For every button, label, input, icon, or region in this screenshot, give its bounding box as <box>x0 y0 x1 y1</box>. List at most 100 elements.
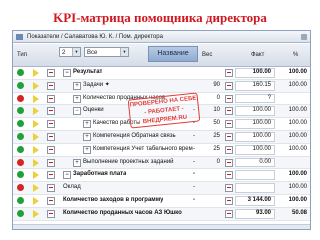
flag-icon <box>33 158 39 167</box>
status-bar <box>13 224 310 229</box>
flag-icon <box>33 145 39 154</box>
collapse-icon[interactable]: − <box>73 107 81 116</box>
row-edit-icon[interactable] <box>225 69 233 77</box>
chevron-down-icon: ▼ <box>120 48 128 56</box>
row-name: Количество проданных часов АЗ Юшко <box>63 209 182 216</box>
column-header-pct[interactable]: % <box>293 52 298 58</box>
row-name: Количество заходов в программу <box>63 197 164 203</box>
expand-icon[interactable]: + <box>73 81 81 90</box>
row-fact-value[interactable]: ? <box>235 93 275 104</box>
row-percent: 100.00 <box>288 184 307 191</box>
flag-icon <box>33 171 39 180</box>
type-label: Тип <box>17 52 28 58</box>
status-green-icon <box>17 171 24 179</box>
status-red-icon <box>17 158 24 166</box>
row-type-icon <box>47 133 55 141</box>
status-green-icon <box>17 133 24 140</box>
row-fact-value[interactable] <box>235 183 275 193</box>
status-red-icon <box>17 184 24 192</box>
row-type-icon <box>47 145 55 154</box>
row-percent: 50.08 <box>291 209 307 216</box>
expand-icon[interactable]: + <box>83 145 91 154</box>
row-name: Выполнение проектных заданий <box>83 158 174 165</box>
table-row[interactable]: − Заработная плата - 100.00 <box>13 169 310 183</box>
status-green-icon <box>17 107 24 115</box>
collapse-icon[interactable]: − <box>63 69 71 77</box>
row-edit-icon[interactable] <box>225 184 233 193</box>
status-green-icon <box>17 197 24 204</box>
window-menu-icon[interactable] <box>301 34 307 40</box>
row-edit-icon[interactable] <box>225 94 233 103</box>
expand-icon[interactable]: + <box>73 94 81 103</box>
table-row[interactable]: Оклад - 100.00 <box>13 182 310 195</box>
scope-select[interactable]: Все ▼ <box>84 47 129 57</box>
flag-icon <box>33 120 39 129</box>
row-weight: 10 <box>213 107 220 114</box>
row-name: Результат <box>73 69 103 75</box>
row-name: Компетенция Учет табельного времени <box>93 145 193 152</box>
row-edit-icon[interactable] <box>225 133 233 141</box>
row-percent: 100.00 <box>288 197 307 203</box>
row-percent: 100.00 <box>288 120 307 127</box>
collapse-icon[interactable]: − <box>63 171 71 180</box>
table-row[interactable]: Количество заходов в программу - 3 144.00 1… <box>13 195 310 208</box>
row-edit-icon[interactable] <box>225 107 233 116</box>
row-type-icon <box>47 94 55 103</box>
table-row[interactable]: + Компетенция Учет табельного времени - 25 1… <box>13 144 310 157</box>
row-fact-value[interactable]: 100.00 <box>235 144 275 155</box>
row-percent: 100.00 <box>288 145 307 152</box>
row-fact-value[interactable]: 100.00 <box>235 68 275 78</box>
row-type-icon <box>47 81 55 90</box>
row-weight: 25 <box>213 145 220 152</box>
expand-icon[interactable]: + <box>83 120 91 129</box>
row-fact-value[interactable]: 0.00 <box>235 157 275 168</box>
table-row[interactable]: − Результат 100.00 100.00 <box>13 67 310 80</box>
row-weight: 25 <box>213 133 220 139</box>
row-mark: - <box>193 158 195 165</box>
status-green-icon <box>17 69 24 76</box>
flag-icon <box>33 107 39 116</box>
breadcrumb: Показатели / Салаватова Ю. К. / Пом. дир… <box>27 34 163 40</box>
row-type-icon <box>47 120 55 129</box>
flag-icon <box>33 184 39 193</box>
row-weight: 0 <box>216 94 220 101</box>
table-row[interactable]: + Компетенция Обратная связь - 25 100.00 100.… <box>13 131 310 144</box>
row-name: Оклад <box>63 184 81 191</box>
table-row[interactable]: + Задачи ✦ 90 160.15 100.00 <box>13 79 310 93</box>
row-edit-icon[interactable] <box>225 171 233 180</box>
table-row[interactable]: Количество проданных часов АЗ Юшко 93.00 5… <box>13 207 310 221</box>
row-edit-icon[interactable] <box>225 81 233 90</box>
column-header-fact[interactable]: Факт <box>251 52 264 58</box>
row-fact-value[interactable]: 100.00 <box>235 106 275 117</box>
expand-icon[interactable]: + <box>73 158 81 167</box>
flag-icon <box>33 69 39 77</box>
row-fact-value[interactable]: 160.15 <box>235 80 275 91</box>
row-edit-icon[interactable] <box>225 197 233 205</box>
row-percent: 100.00 <box>288 107 307 114</box>
row-fact-value[interactable] <box>235 170 275 181</box>
row-fact-value[interactable]: 93.00 <box>235 208 275 219</box>
row-fact-value[interactable]: 100.00 <box>235 132 275 142</box>
level-select[interactable]: 2 ▼ <box>59 47 81 57</box>
filter-toolbar: Тип 2 ▼ Все ▼ Название Вес Факт % <box>13 44 310 67</box>
column-header-name[interactable]: Название <box>148 46 198 62</box>
row-fact-value[interactable]: 100.00 <box>235 119 275 129</box>
status-green-icon <box>17 81 24 89</box>
row-edit-icon[interactable] <box>225 158 233 167</box>
status-green-icon <box>17 145 24 153</box>
flag-icon <box>33 133 39 141</box>
row-edit-icon[interactable] <box>225 209 233 218</box>
table-row[interactable]: + Выполнение проектных заданий - 0 0.00 <box>13 156 310 170</box>
row-percent: 100.00 <box>288 81 307 88</box>
row-mark: - <box>193 184 195 191</box>
flag-icon <box>33 197 39 205</box>
row-edit-icon[interactable] <box>225 120 233 129</box>
expand-icon[interactable]: + <box>83 133 91 141</box>
row-weight: 50 <box>213 120 220 127</box>
column-header-weight[interactable]: Вес <box>202 52 212 58</box>
row-type-icon <box>47 184 55 193</box>
chevron-down-icon: ▼ <box>72 48 80 56</box>
row-fact-value[interactable]: 3 144.00 <box>235 196 275 206</box>
row-edit-icon[interactable] <box>225 145 233 154</box>
row-type-icon <box>47 107 55 116</box>
